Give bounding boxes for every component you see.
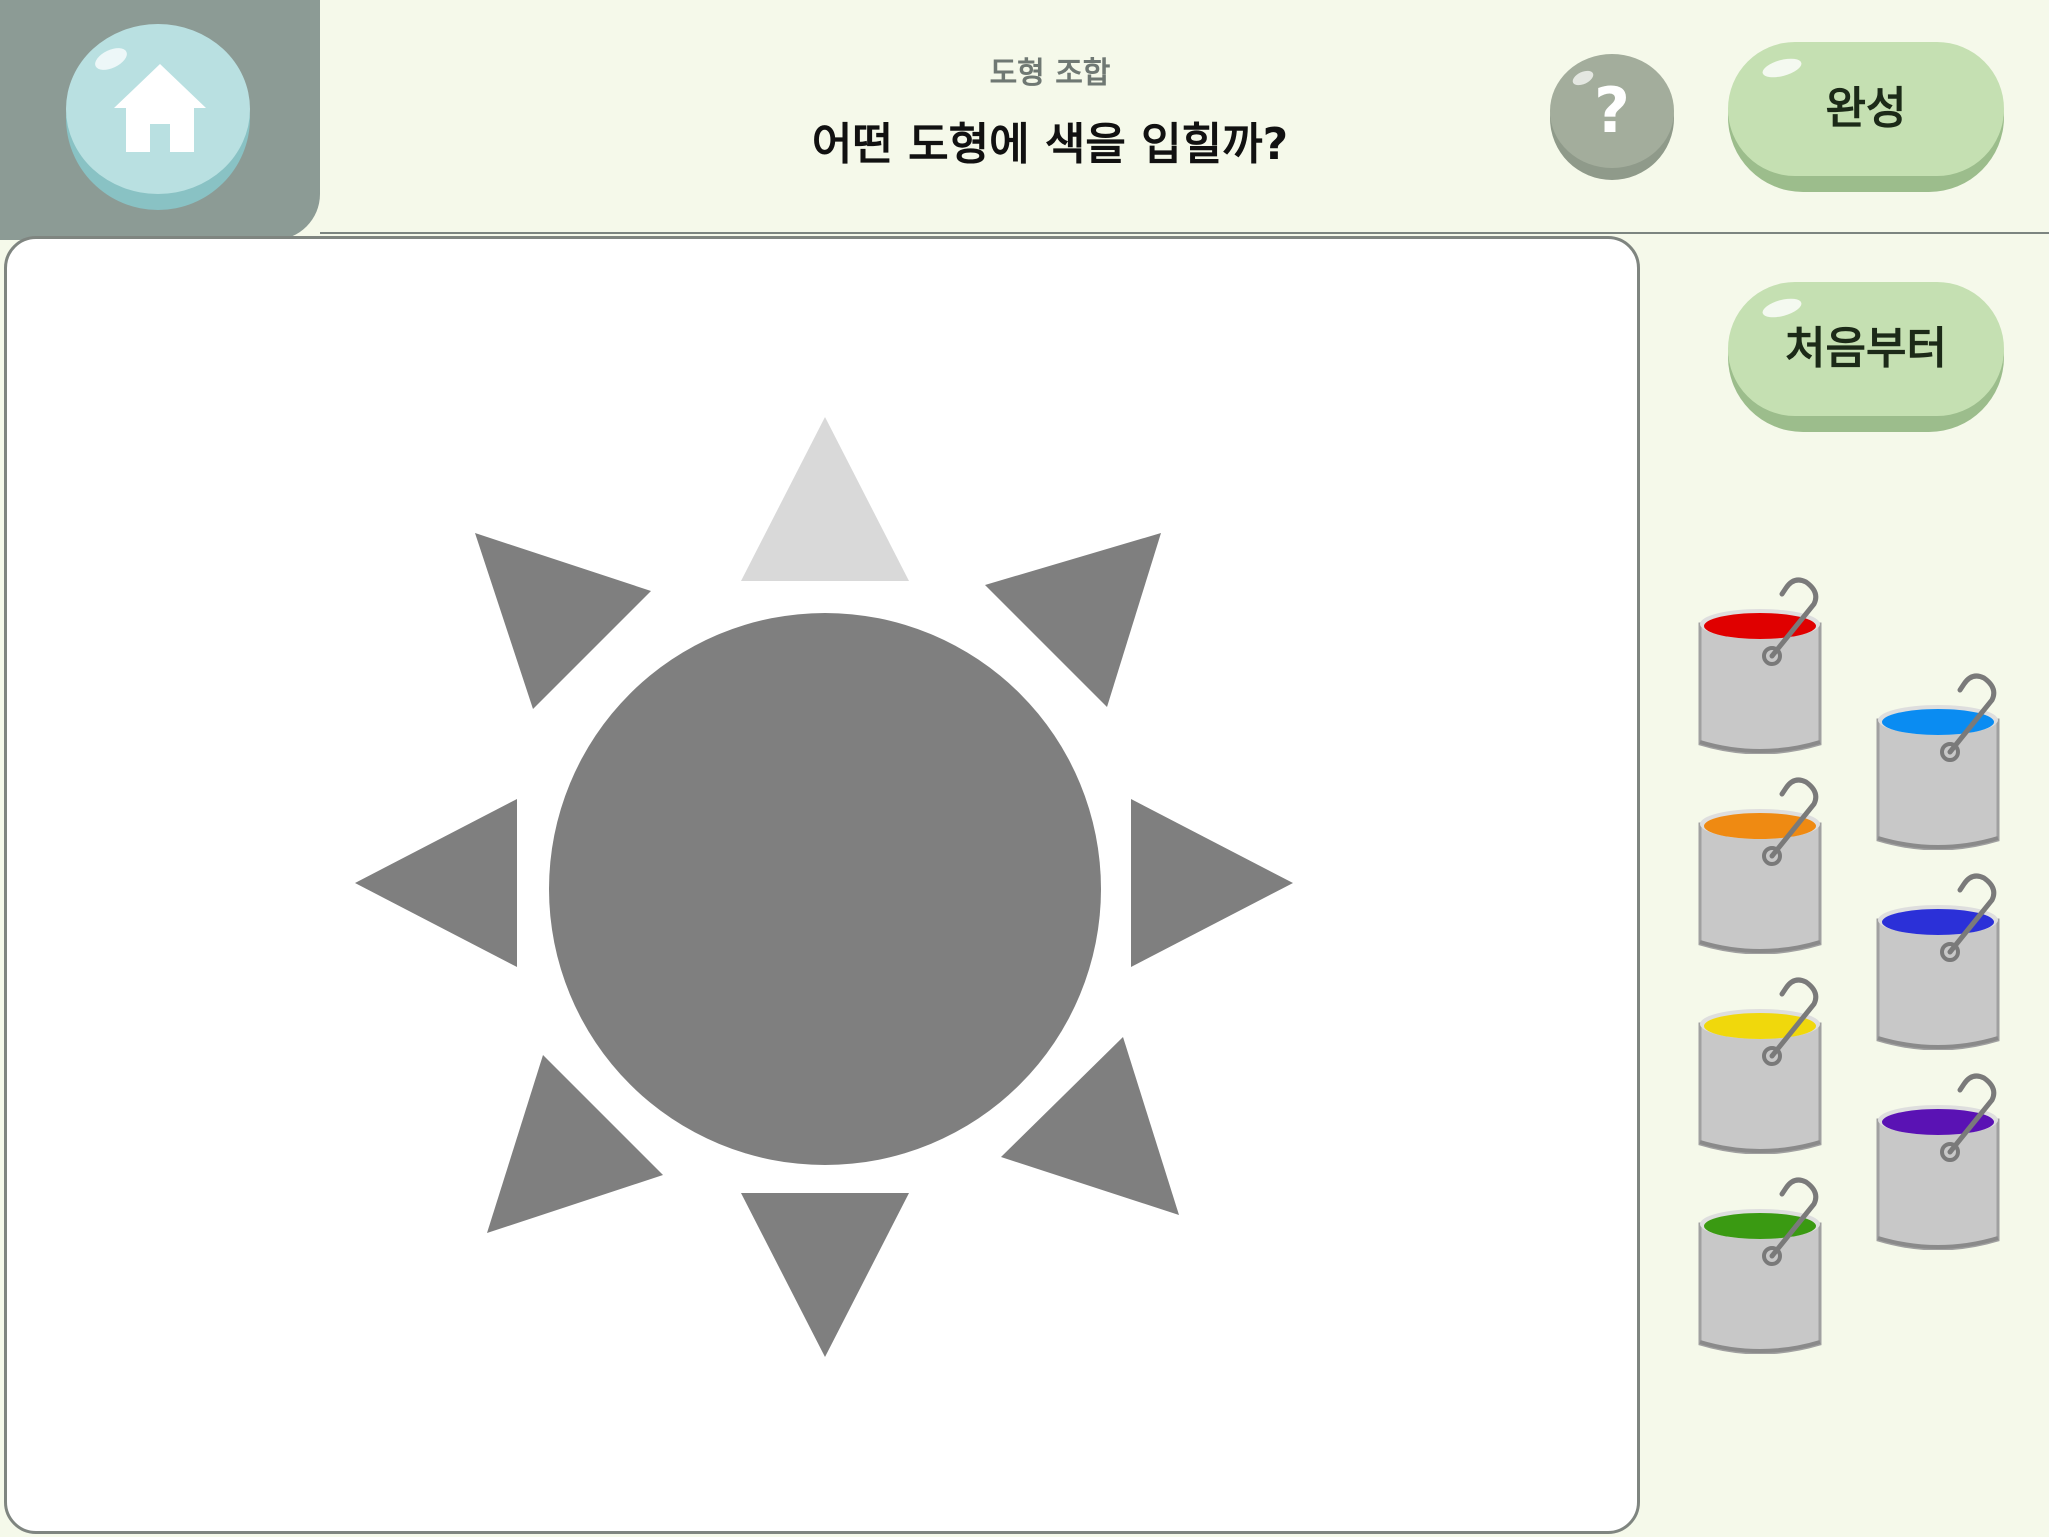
paint-bucket-icon bbox=[1876, 1073, 2000, 1251]
home-button[interactable] bbox=[66, 24, 250, 194]
paint-bucket-icon bbox=[1698, 977, 1822, 1155]
activity-subtitle: 도형 조합 bbox=[989, 56, 1111, 91]
ray-right[interactable] bbox=[1131, 799, 1293, 967]
ray-top[interactable] bbox=[741, 417, 909, 581]
ray-top-left[interactable] bbox=[475, 533, 651, 709]
button-gloss bbox=[1760, 295, 1804, 321]
ray-top-right[interactable] bbox=[985, 533, 1161, 707]
sun-figure bbox=[355, 417, 1293, 1357]
ray-left[interactable] bbox=[355, 799, 517, 967]
done-button-label: 완성 bbox=[1825, 83, 1907, 134]
sun-center-circle[interactable] bbox=[549, 613, 1101, 1165]
drawing-canvas bbox=[4, 236, 1640, 1534]
button-gloss bbox=[1760, 55, 1804, 81]
home-icon bbox=[114, 64, 206, 152]
reset-button-label: 처음부터 bbox=[1785, 323, 1947, 374]
paint-bucket-icon bbox=[1698, 1177, 1822, 1355]
reset-button[interactable]: 처음부터 bbox=[1728, 282, 2004, 416]
paint-bucket-icon bbox=[1876, 673, 2000, 851]
ray-bottom[interactable] bbox=[741, 1193, 909, 1357]
paint-bucket-icon bbox=[1876, 873, 2000, 1051]
paint-bucket-orange[interactable] bbox=[1690, 774, 1830, 955]
paint-bucket-green[interactable] bbox=[1690, 1174, 1830, 1355]
help-button[interactable]: ? bbox=[1550, 54, 1674, 168]
paint-bucket-icon bbox=[1698, 777, 1822, 955]
paint-bucket-yellow[interactable] bbox=[1690, 974, 1830, 1155]
paint-bucket-red[interactable] bbox=[1690, 574, 1830, 755]
question-icon: ? bbox=[1594, 74, 1630, 147]
page-title: 어떤 도형에 색을 입힐까? bbox=[811, 119, 1289, 170]
paint-bucket-sky-blue[interactable] bbox=[1868, 670, 2008, 851]
paint-bucket-purple[interactable] bbox=[1868, 1070, 2008, 1251]
button-gloss bbox=[1570, 67, 1596, 89]
paint-bucket-icon bbox=[1698, 577, 1822, 755]
done-button[interactable]: 완성 bbox=[1728, 42, 2004, 176]
paint-bucket-blue[interactable] bbox=[1868, 870, 2008, 1051]
